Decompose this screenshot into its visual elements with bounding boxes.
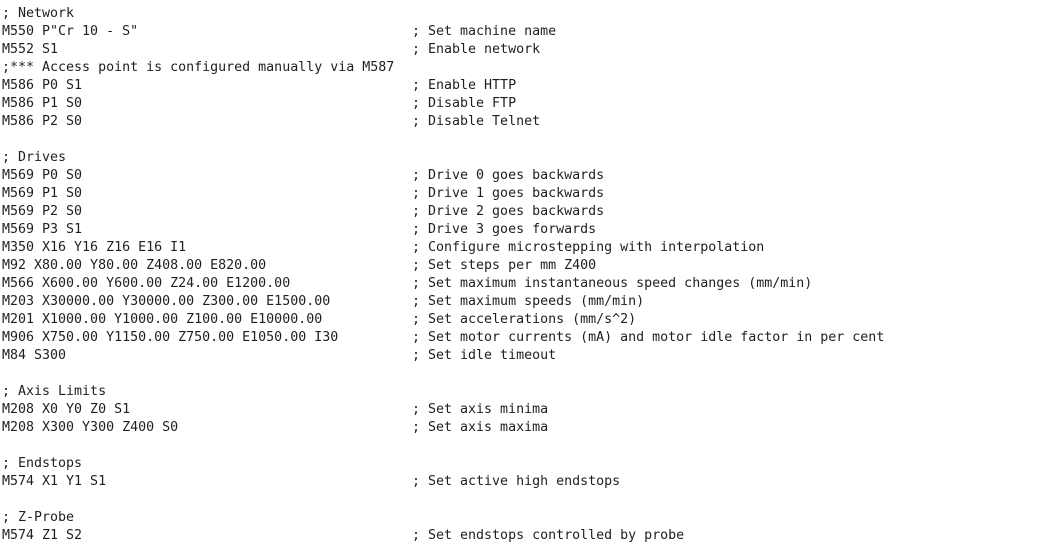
gcode-inline-comment: ; Configure microstepping with interpola… — [412, 240, 765, 255]
gcode-command: M586 P2 S0 — [2, 114, 83, 129]
gcode-command: M569 P0 S0 — [2, 168, 83, 183]
gcode-inline-comment: ; Set axis minima — [412, 402, 549, 417]
gcode-command: M350 X16 Y16 Z16 E16 I1 — [2, 240, 187, 255]
gcode-command: M586 P1 S0 — [2, 96, 83, 111]
gcode-inline-comment: ; Set idle timeout — [412, 348, 557, 363]
gcode-inline-comment: ; Set axis maxima — [412, 420, 549, 435]
gcode-line: M550 P"Cr 10 - S" ; Set machine name — [0, 23, 1039, 41]
gcode-inline-comment: ; Enable HTTP — [412, 78, 517, 93]
gcode-line: ; Network — [0, 5, 1039, 23]
gcode-inline-comment: ; Enable network — [412, 42, 541, 57]
gcode-inline-comment: ; Drive 3 goes forwards — [412, 222, 597, 237]
gcode-inline-comment: ; Set maximum instantaneous speed change… — [412, 276, 813, 291]
gcode-line: M566 X600.00 Y600.00 Z24.00 E1200.00 ; Se… — [0, 275, 1039, 293]
gcode-line: M208 X0 Y0 Z0 S1 ; Set axis minima — [0, 401, 1039, 419]
gcode-section-comment: ; Network — [2, 6, 75, 21]
gcode-inline-comment: ; Set steps per mm Z400 — [412, 258, 597, 273]
gcode-line: M92 X80.00 Y80.00 Z408.00 E820.00 ; Set s… — [0, 257, 1039, 275]
gcode-line: M569 P0 S0 ; Drive 0 goes backwards — [0, 167, 1039, 185]
gcode-inline-comment: ; Set maximum speeds (mm/min) — [412, 294, 645, 309]
gcode-section-comment: ;*** Access point is configured manually… — [2, 60, 395, 75]
gcode-command: M906 X750.00 Y1150.00 Z750.00 E1050.00 I… — [2, 330, 339, 345]
gcode-command: M84 S300 — [2, 348, 67, 363]
gcode-inline-comment: ; Set active high endstops — [412, 474, 621, 489]
gcode-line: M586 P0 S1 ; Enable HTTP — [0, 77, 1039, 95]
gcode-line — [0, 131, 1039, 149]
gcode-section-comment: ; Z-Probe — [2, 510, 75, 525]
gcode-command: M92 X80.00 Y80.00 Z408.00 E820.00 — [2, 258, 267, 273]
gcode-line: ; Z-Probe — [0, 509, 1039, 527]
gcode-line: M586 P2 S0 ; Disable Telnet — [0, 113, 1039, 131]
gcode-command: M586 P0 S1 — [2, 78, 83, 93]
gcode-inline-comment: ; Set endstops controlled by probe — [412, 528, 685, 543]
gcode-line: M208 X300 Y300 Z400 S0 ; Set axis maxima — [0, 419, 1039, 437]
gcode-command: M574 X1 Y1 S1 — [2, 474, 107, 489]
gcode-command: M569 P1 S0 — [2, 186, 83, 201]
gcode-line: ; Endstops — [0, 455, 1039, 473]
gcode-inline-comment: ; Drive 2 goes backwards — [412, 204, 605, 219]
gcode-command: M550 P"Cr 10 - S" — [2, 24, 139, 39]
gcode-line: M569 P2 S0 ; Drive 2 goes backwards — [0, 203, 1039, 221]
gcode-line: M203 X30000.00 Y30000.00 Z300.00 E1500.0… — [0, 293, 1039, 311]
gcode-command: M208 X300 Y300 Z400 S0 — [2, 420, 179, 435]
gcode-line: ; Axis Limits — [0, 383, 1039, 401]
gcode-command: M552 S1 — [2, 42, 59, 57]
gcode-inline-comment: ; Set machine name — [412, 24, 557, 39]
gcode-inline-comment: ; Drive 0 goes backwards — [412, 168, 605, 183]
gcode-command: M569 P3 S1 — [2, 222, 83, 237]
gcode-inline-comment: ; Drive 1 goes backwards — [412, 186, 605, 201]
gcode-line: M569 P1 S0 ; Drive 1 goes backwards — [0, 185, 1039, 203]
gcode-section-comment: ; Endstops — [2, 456, 83, 471]
gcode-section-comment: ; Drives — [2, 150, 67, 165]
gcode-line: M201 X1000.00 Y1000.00 Z100.00 E10000.00… — [0, 311, 1039, 329]
gcode-inline-comment: ; Set accelerations (mm/s^2) — [412, 312, 637, 327]
gcode-line — [0, 491, 1039, 509]
gcode-line — [0, 437, 1039, 455]
gcode-line: M906 X750.00 Y1150.00 Z750.00 E1050.00 I… — [0, 329, 1039, 347]
gcode-command: M208 X0 Y0 Z0 S1 — [2, 402, 131, 417]
gcode-section-comment: ; Axis Limits — [2, 384, 107, 399]
gcode-line: M574 X1 Y1 S1 ; Set active high endstops — [0, 473, 1039, 491]
gcode-line: ; Drives — [0, 149, 1039, 167]
gcode-line: M574 Z1 S2 ; Set endstops controlled by p… — [0, 527, 1039, 545]
gcode-line: M350 X16 Y16 Z16 E16 I1 ; Configure micro… — [0, 239, 1039, 257]
gcode-line: ;*** Access point is configured manually… — [0, 59, 1039, 77]
gcode-line: M569 P3 S1 ; Drive 3 goes forwards — [0, 221, 1039, 239]
gcode-command: M201 X1000.00 Y1000.00 Z100.00 E10000.00 — [2, 312, 323, 327]
gcode-command: M569 P2 S0 — [2, 204, 83, 219]
gcode-config-listing[interactable]: ; Network M550 P"Cr 10 - S" ; Set machine … — [0, 5, 1039, 557]
gcode-command: M203 X30000.00 Y30000.00 Z300.00 E1500.0… — [2, 294, 331, 309]
gcode-inline-comment: ; Set motor currents (mA) and motor idle… — [412, 330, 885, 345]
gcode-command: M574 Z1 S2 — [2, 528, 83, 543]
gcode-line: M552 S1 ; Enable network — [0, 41, 1039, 59]
gcode-line — [0, 365, 1039, 383]
gcode-inline-comment: ; Disable FTP — [412, 96, 517, 111]
gcode-command: M566 X600.00 Y600.00 Z24.00 E1200.00 — [2, 276, 291, 291]
gcode-line: M84 S300 ; Set idle timeout — [0, 347, 1039, 365]
gcode-inline-comment: ; Disable Telnet — [412, 114, 541, 129]
gcode-line: M586 P1 S0 ; Disable FTP — [0, 95, 1039, 113]
